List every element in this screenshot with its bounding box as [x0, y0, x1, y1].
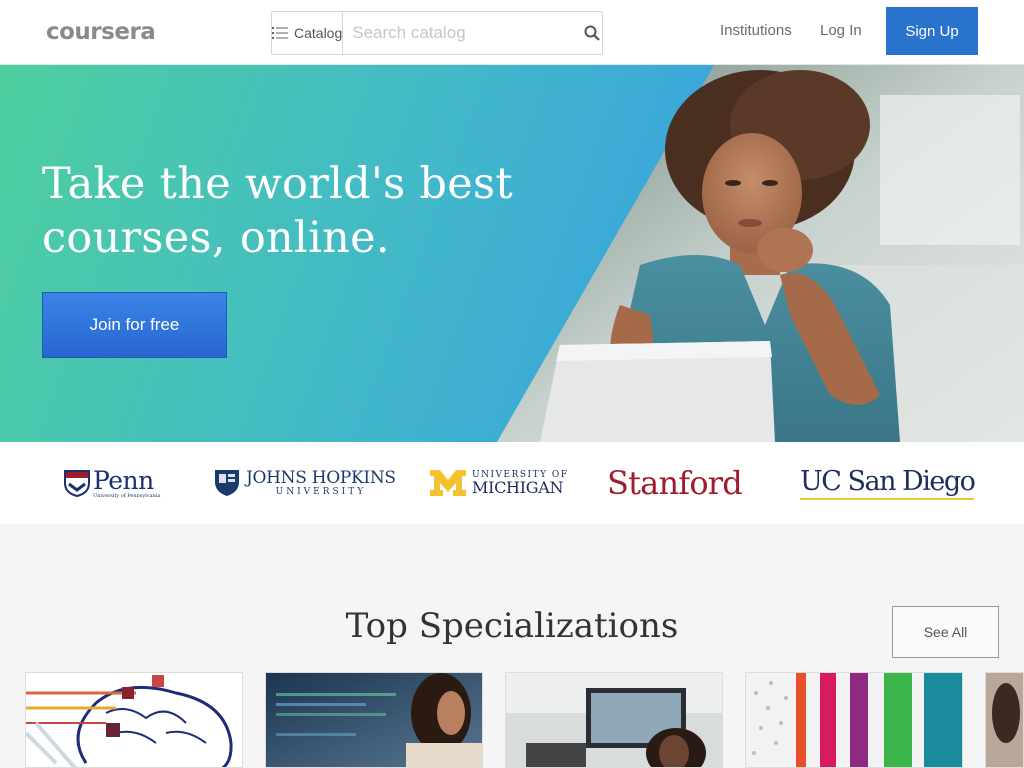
search-icon[interactable]	[582, 12, 602, 54]
hero-banner: Take the world's best courses, online. J…	[0, 65, 1024, 442]
penn-subtitle: University of Pennsylvania	[93, 492, 161, 499]
headline-line-1: Take the world's best	[42, 159, 513, 209]
specialization-card[interactable]	[265, 672, 483, 768]
join-for-free-button[interactable]: Join for free	[42, 292, 227, 358]
penn-logo[interactable]: Penn University of Pennsylvania	[63, 442, 160, 524]
signup-button[interactable]: Sign Up	[886, 7, 978, 55]
jhu-shield-icon	[215, 470, 239, 496]
headline-line-2: courses, online.	[42, 213, 390, 263]
specialization-card[interactable]	[25, 672, 243, 768]
johns-hopkins-logo[interactable]: JOHNS HOPKINS UNIVERSITY	[214, 442, 396, 524]
coding-photo	[266, 673, 482, 767]
color-bars-illustration	[746, 673, 962, 767]
card-photo-partial	[986, 673, 1023, 767]
catalog-label: Catalog	[294, 25, 343, 41]
specialization-card[interactable]	[745, 672, 963, 768]
specialization-card[interactable]	[505, 672, 723, 768]
catalog-button[interactable]: Catalog	[272, 12, 344, 54]
jhu-university: UNIVERSITY	[275, 486, 367, 497]
stanford-wordmark: Stanford	[607, 464, 743, 502]
site-header: coursera Catalog Institutions Log In Sig…	[0, 0, 1024, 65]
partner-logos: Penn University of Pennsylvania JOHNS HO…	[0, 442, 1024, 524]
list-icon	[272, 27, 288, 39]
top-specializations-heading: Top Specializations	[345, 606, 679, 646]
michigan-logo[interactable]: UNIVERSITY OF MICHIGAN	[430, 442, 569, 524]
specialization-card[interactable]	[985, 672, 1024, 768]
login-link[interactable]: Log In	[820, 22, 862, 39]
ucsd-wordmark: UC San Diego	[800, 466, 976, 497]
penn-wordmark: Penn	[93, 465, 154, 495]
coursera-logo[interactable]: coursera	[46, 19, 156, 45]
brain-illustration	[26, 673, 242, 767]
michigan-name: MICHIGAN	[472, 477, 564, 497]
office-photo	[506, 673, 722, 767]
uc-san-diego-logo[interactable]: UC San Diego	[800, 442, 976, 524]
penn-shield-icon	[64, 470, 90, 497]
search-input[interactable]	[343, 12, 583, 54]
institutions-link[interactable]: Institutions	[720, 22, 792, 39]
search-bar: Catalog	[271, 11, 603, 55]
see-all-button[interactable]: See All	[892, 606, 999, 658]
jhu-name: JOHNS HOPKINS	[246, 467, 396, 488]
block-m-icon	[430, 470, 466, 496]
stanford-logo[interactable]: Stanford	[607, 442, 743, 524]
hero-headline: Take the world's best courses, online.	[42, 157, 513, 265]
